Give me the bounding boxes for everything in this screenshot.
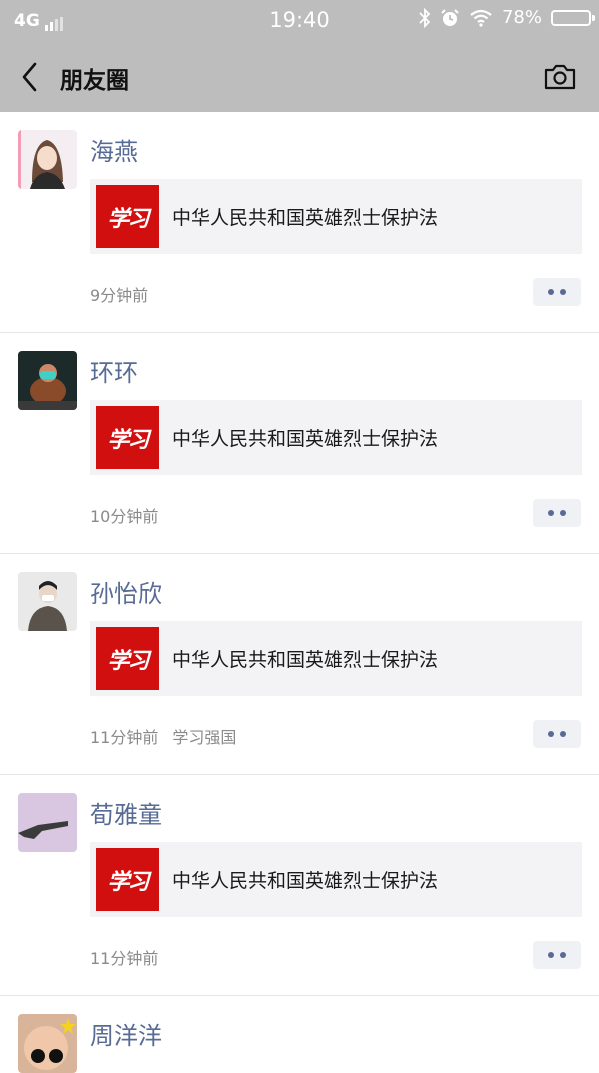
post-author[interactable]: 周洋洋 <box>90 1016 162 1051</box>
more-dots-icon[interactable] <box>533 720 581 748</box>
post-time: 10分钟前 <box>90 507 159 526</box>
post-meta: 11分钟前 <box>90 945 158 969</box>
post-meta: 10分钟前 <box>90 503 158 527</box>
avatar[interactable] <box>18 572 77 631</box>
camera-icon[interactable] <box>543 62 577 92</box>
status-bar: 4G 19:40 78% <box>0 0 599 42</box>
feed-post: 孙怡欣 学习 中华人民共和国英雄烈士保护法 11分钟前 学习强国 <box>0 554 599 775</box>
post-author[interactable]: 环环 <box>90 353 138 388</box>
article-thumbnail: 学习 <box>96 406 159 469</box>
thumbnail-text: 学习 <box>107 426 149 453</box>
avatar-photo <box>18 572 77 631</box>
page-title: 朋友圈 <box>60 68 129 94</box>
avatar[interactable] <box>18 351 77 410</box>
shared-article-card[interactable]: 学习 中华人民共和国英雄烈士保护法 <box>90 621 582 696</box>
back-arrow-icon[interactable] <box>16 60 46 94</box>
post-time: 11分钟前 <box>90 728 159 747</box>
article-title: 中华人民共和国英雄烈士保护法 <box>172 207 439 229</box>
article-title: 中华人民共和国英雄烈士保护法 <box>172 649 439 671</box>
status-icons: 78% <box>419 7 595 28</box>
article-thumbnail: 学习 <box>96 848 159 911</box>
feed-post: 周洋洋 <box>0 996 599 1073</box>
article-thumbnail: 学习 <box>96 627 159 690</box>
post-time: 11分钟前 <box>90 949 159 968</box>
alarm-icon <box>441 8 459 26</box>
avatar[interactable] <box>18 793 77 852</box>
thumbnail-text: 学习 <box>107 205 149 232</box>
post-meta: 9分钟前 <box>90 282 148 306</box>
more-dots-icon[interactable] <box>533 941 581 969</box>
post-author[interactable]: 孙怡欣 <box>90 574 162 609</box>
post-source[interactable]: 学习强国 <box>172 728 236 747</box>
bluetooth-icon <box>419 7 431 28</box>
nav-bar: 朋友圈 <box>0 42 599 112</box>
shared-article-card[interactable]: 学习 中华人民共和国英雄烈士保护法 <box>90 179 582 254</box>
avatar[interactable] <box>18 130 77 189</box>
feed-post: 环环 学习 中华人民共和国英雄烈士保护法 10分钟前 <box>0 333 599 554</box>
post-author[interactable]: 海燕 <box>90 132 138 167</box>
more-dots-icon[interactable] <box>533 278 581 306</box>
feed-post: 荀雅童 学习 中华人民共和国英雄烈士保护法 11分钟前 <box>0 775 599 996</box>
shared-article-card[interactable]: 学习 中华人民共和国英雄烈士保护法 <box>90 842 582 917</box>
battery-percent: 78% <box>501 7 542 28</box>
avatar-photo <box>18 793 77 852</box>
avatar[interactable] <box>18 1014 77 1073</box>
shared-article-card[interactable]: 学习 中华人民共和国英雄烈士保护法 <box>90 400 582 475</box>
feed-post: 海燕 学习 中华人民共和国英雄烈士保护法 9分钟前 <box>0 112 599 333</box>
thumbnail-text: 学习 <box>107 647 149 674</box>
article-title: 中华人民共和国英雄烈士保护法 <box>172 870 439 892</box>
post-author[interactable]: 荀雅童 <box>90 795 162 830</box>
avatar-illustration <box>18 130 77 189</box>
wifi-icon <box>470 9 492 27</box>
avatar-photo <box>18 1014 77 1073</box>
article-title: 中华人民共和国英雄烈士保护法 <box>172 428 439 450</box>
moments-feed: 海燕 学习 中华人民共和国英雄烈士保护法 9分钟前 环环 学习 中华人民共和国英… <box>0 112 599 1073</box>
battery-icon <box>551 9 595 26</box>
post-meta: 11分钟前 学习强国 <box>90 724 236 748</box>
article-thumbnail: 学习 <box>96 185 159 248</box>
avatar-photo <box>18 351 77 410</box>
thumbnail-text: 学习 <box>107 868 149 895</box>
more-dots-icon[interactable] <box>533 499 581 527</box>
post-time: 9分钟前 <box>90 286 149 305</box>
